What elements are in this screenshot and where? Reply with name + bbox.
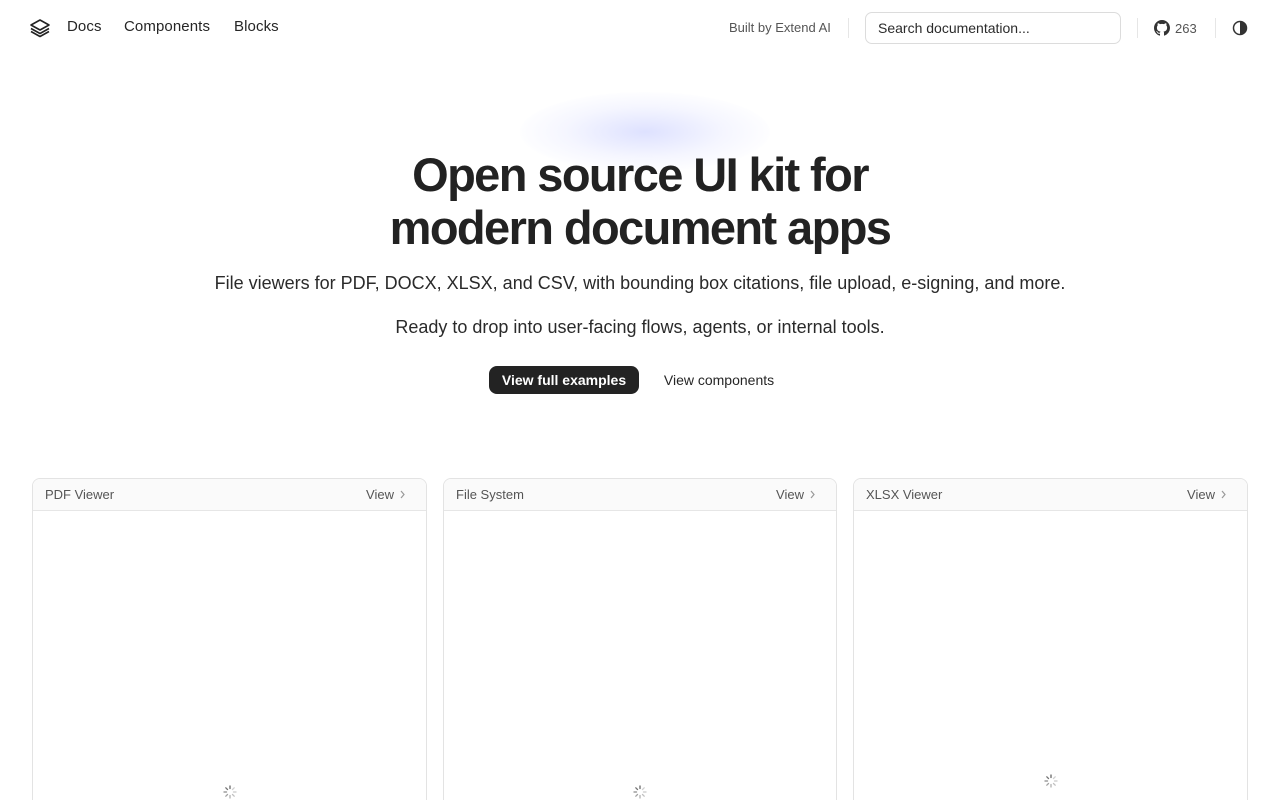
chevron-right-icon bbox=[400, 490, 405, 499]
loading-spinner-icon bbox=[223, 785, 237, 799]
loading-spinner-icon bbox=[633, 785, 647, 799]
top-nav: Docs Components Blocks Built by Extend A… bbox=[0, 0, 1280, 56]
card-view-label: View bbox=[366, 487, 394, 502]
card-header: PDF Viewer View bbox=[33, 479, 426, 511]
card-view-link[interactable]: View bbox=[776, 487, 816, 502]
github-star-count: 263 bbox=[1175, 20, 1197, 36]
file-system-card: File System View bbox=[443, 478, 837, 800]
divider bbox=[848, 18, 849, 38]
theme-toggle-button[interactable] bbox=[1231, 19, 1249, 37]
card-title: XLSX Viewer bbox=[866, 487, 943, 502]
card-title: File System bbox=[456, 487, 524, 502]
hero-title-line-1: Open source UI kit for bbox=[412, 148, 869, 201]
hero-tagline: Ready to drop into user-facing flows, ag… bbox=[395, 317, 885, 337]
github-stars-link[interactable]: 263 bbox=[1154, 19, 1197, 37]
nav-blocks[interactable]: Blocks bbox=[234, 18, 279, 35]
github-icon bbox=[1154, 20, 1170, 36]
contrast-icon bbox=[1232, 20, 1248, 36]
divider bbox=[1137, 18, 1138, 38]
nav-docs[interactable]: Docs bbox=[67, 18, 102, 35]
built-by-link[interactable]: Built by Extend AI bbox=[729, 20, 831, 35]
hero-title-line-2: modern document apps bbox=[389, 201, 892, 254]
search-placeholder: Search documentation... bbox=[878, 20, 1030, 36]
nav-components[interactable]: Components bbox=[124, 18, 210, 35]
divider bbox=[1215, 18, 1216, 38]
search-input[interactable]: Search documentation... bbox=[865, 12, 1121, 44]
card-view-link[interactable]: View bbox=[1187, 487, 1227, 502]
card-header: XLSX Viewer View bbox=[854, 479, 1247, 511]
hero-title: Open source UI kit for modern document a… bbox=[0, 148, 1280, 254]
card-header: File System View bbox=[444, 479, 836, 511]
chevron-right-icon bbox=[810, 490, 815, 499]
card-title: PDF Viewer bbox=[45, 487, 115, 502]
view-components-button[interactable]: View components bbox=[650, 366, 788, 394]
xlsx-viewer-card: XLSX Viewer View bbox=[853, 478, 1248, 800]
layers-icon[interactable] bbox=[29, 17, 51, 39]
view-full-examples-button[interactable]: View full examples bbox=[489, 366, 639, 394]
card-view-label: View bbox=[1187, 487, 1215, 502]
chevron-right-icon bbox=[1221, 490, 1226, 499]
pdf-viewer-card: PDF Viewer View bbox=[32, 478, 427, 800]
card-view-link[interactable]: View bbox=[366, 487, 406, 502]
hero-subtitle: File viewers for PDF, DOCX, XLSX, and CS… bbox=[214, 273, 1066, 293]
card-view-label: View bbox=[776, 487, 804, 502]
loading-spinner-icon bbox=[1044, 774, 1058, 788]
